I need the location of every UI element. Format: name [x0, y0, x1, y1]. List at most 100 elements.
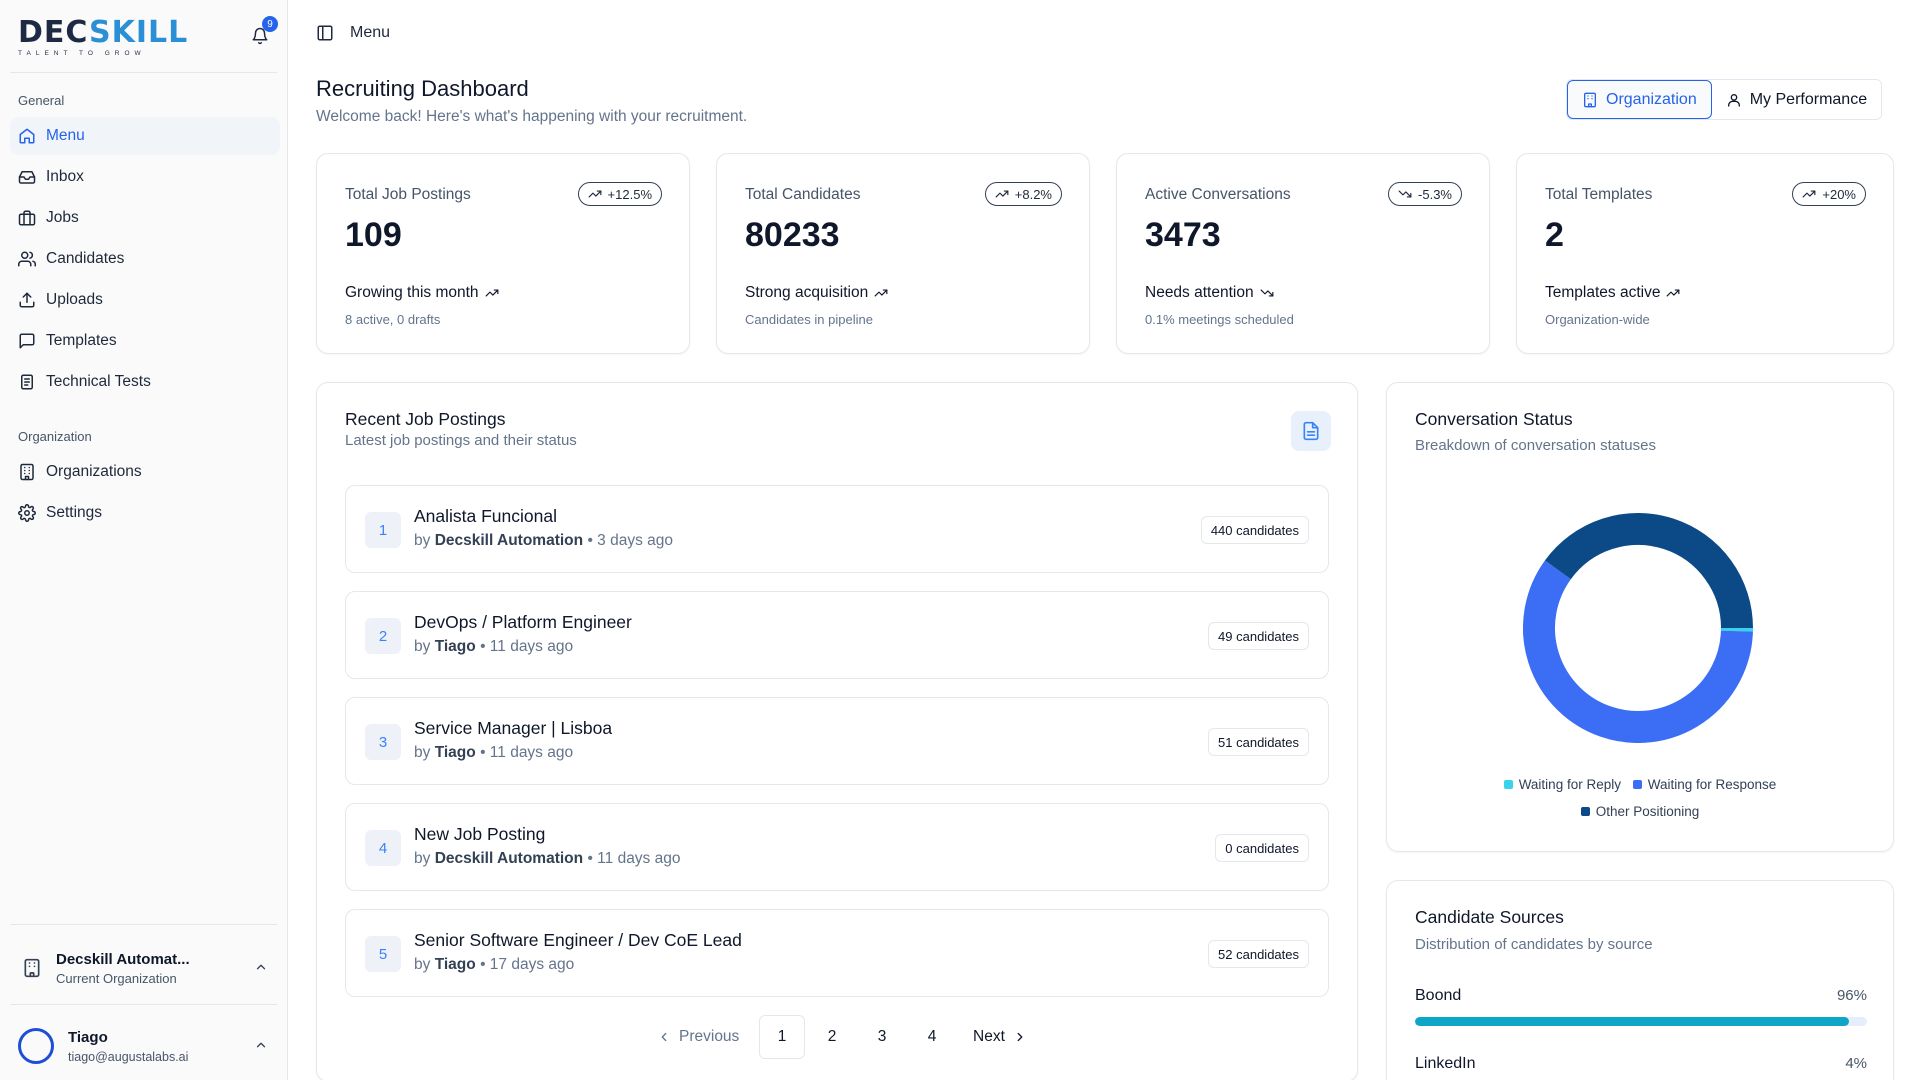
source-progress-fill: [1415, 1017, 1849, 1026]
stat-card-job-postings: Total Job Postings +12.5% 109 Growing th…: [316, 153, 690, 354]
stat-note-text: Needs attention: [1145, 284, 1254, 301]
job-title: Analista Funcional: [414, 506, 557, 526]
sidebar-item-label: Organizations: [46, 463, 142, 480]
job-row[interactable]: 2 DevOps / Platform Engineer by Tiago • …: [345, 591, 1329, 679]
job-author: Decskill Automation: [434, 532, 584, 549]
sidebar-item-settings[interactable]: Settings: [10, 494, 280, 532]
decskill-logo[interactable]: DECSKILL TALENT TO GROW: [18, 18, 187, 58]
notifications-button[interactable]: 9: [246, 16, 278, 50]
trend-badge: +12.5%: [577, 182, 662, 206]
gear-icon: [18, 504, 36, 522]
job-list: 1 Analista Funcional by Decskill Automat…: [345, 485, 1329, 1015]
job-meta: by Tiago • 11 days ago: [414, 638, 573, 656]
organization-view-button[interactable]: Organization: [1567, 80, 1712, 119]
card-subtitle: Breakdown of conversation statuses: [1415, 437, 1656, 454]
previous-page-button[interactable]: Previous: [657, 1028, 753, 1046]
job-meta-prefix: by: [414, 532, 431, 549]
user-name: Tiago: [68, 1028, 108, 1046]
chevron-up-icon: [256, 964, 266, 970]
trending-down-icon: [1398, 190, 1412, 198]
job-meta-prefix: by: [414, 850, 431, 867]
stat-label: Total Candidates: [745, 186, 861, 203]
stat-card-templates: Total Templates +20% 2 Templates active …: [1516, 153, 1894, 354]
message-square-icon: [19, 333, 35, 349]
chevron-up-icon: [256, 1042, 266, 1048]
stat-subtext: 8 active, 0 drafts: [345, 312, 441, 327]
source-percent: 4%: [1845, 1055, 1867, 1072]
trend-value: +8.2%: [1014, 186, 1052, 202]
sidebar-item-candidates[interactable]: Candidates: [10, 240, 280, 278]
job-author: Tiago: [434, 638, 476, 655]
legend-label: Other Positioning: [1595, 804, 1700, 819]
sidebar-item-menu[interactable]: Menu: [10, 117, 280, 155]
source-row: LinkedIn 4%: [1415, 1055, 1867, 1073]
job-age: • 3 days ago: [587, 532, 674, 549]
candidate-count-badge: 0 candidates: [1215, 834, 1309, 862]
sidebar-item-inbox[interactable]: Inbox: [10, 158, 280, 196]
source-percent: 96%: [1836, 987, 1867, 1004]
legend-swatch: [1580, 807, 1590, 816]
trend-value: +12.5%: [607, 186, 652, 202]
page-button-4[interactable]: 4: [909, 1015, 955, 1059]
source-row: Boond 96%: [1415, 987, 1867, 1026]
candidate-count-badge: 440 candidates: [1200, 516, 1309, 544]
topbar: Menu: [316, 24, 390, 42]
page-button-3[interactable]: 3: [859, 1015, 905, 1059]
job-meta: by Decskill Automation • 3 days ago: [414, 532, 673, 550]
breadcrumb: Menu: [350, 24, 391, 41]
stat-label: Total Templates: [1545, 186, 1653, 203]
card-title: Conversation Status: [1415, 409, 1573, 429]
job-row[interactable]: 4 New Job Posting by Decskill Automation…: [345, 803, 1329, 891]
view-all-jobs-button[interactable]: [1291, 411, 1331, 451]
trending-up-icon: [995, 190, 1009, 198]
stat-value: 109: [345, 216, 402, 254]
sidebar-item-label: Candidates: [46, 250, 125, 267]
stat-subtext: Organization-wide: [1545, 312, 1650, 327]
my-performance-button[interactable]: My Performance: [1711, 80, 1882, 119]
job-row[interactable]: 5 Senior Software Engineer / Dev CoE Lea…: [345, 909, 1329, 997]
job-row[interactable]: 3 Service Manager | Lisboa by Tiago • 11…: [345, 697, 1329, 785]
notification-count-badge: 9: [262, 16, 278, 32]
job-title: DevOps / Platform Engineer: [414, 612, 632, 632]
card-title: Recent Job Postings: [345, 409, 506, 429]
next-page-button[interactable]: Next: [973, 1028, 1027, 1046]
sidebar-item-templates[interactable]: Templates: [10, 322, 280, 360]
job-row[interactable]: 1 Analista Funcional by Decskill Automat…: [345, 485, 1329, 573]
organization-view-label: Organization: [1606, 90, 1697, 108]
stat-value: 80233: [745, 216, 840, 254]
legend-swatch: [1632, 780, 1642, 789]
legend-item: Waiting for Reply: [1503, 777, 1621, 792]
sidebar-toggle-icon[interactable]: [316, 24, 334, 42]
page-subtitle: Welcome back! Here's what's happening wi…: [316, 108, 748, 125]
logo-tagline: TALENT TO GROW: [18, 50, 146, 57]
briefcase-icon: [18, 210, 36, 226]
job-meta-prefix: by: [414, 956, 431, 973]
donut-slice-waiting-for-response[interactable]: [1523, 560, 1753, 743]
legend-label: Waiting for Reply: [1518, 777, 1621, 792]
building-icon: [20, 463, 34, 481]
sidebar-item-technical-tests[interactable]: Technical Tests: [10, 363, 280, 401]
donut-slice-other-positioning[interactable]: [1544, 513, 1753, 629]
page-button-2[interactable]: 2: [809, 1015, 855, 1059]
sidebar-item-uploads[interactable]: Uploads: [10, 281, 280, 319]
chevron-left-icon: [661, 1032, 667, 1042]
job-title: New Job Posting: [414, 824, 546, 844]
sidebar-item-jobs[interactable]: Jobs: [10, 199, 280, 237]
organization-switcher[interactable]: Decskill Automat... Current Organization: [10, 936, 280, 1000]
source-name: LinkedIn: [1415, 1055, 1476, 1072]
trend-value: +20%: [1822, 186, 1856, 202]
stat-note: Needs attention: [1145, 284, 1274, 302]
legend-swatch: [1503, 780, 1513, 789]
job-age: • 11 days ago: [480, 744, 574, 761]
user-menu[interactable]: Tiago tiago@augustalabs.ai: [10, 1014, 280, 1078]
job-author: Tiago: [434, 744, 476, 761]
stat-subtext: 0.1% meetings scheduled: [1145, 312, 1294, 327]
user-email: tiago@augustalabs.ai: [68, 1049, 189, 1064]
sidebar-item-organizations[interactable]: Organizations: [10, 453, 280, 491]
sidebar-item-label: Templates: [46, 332, 117, 349]
trending-up-icon: [1802, 190, 1816, 198]
page-button-1[interactable]: 1: [759, 1015, 805, 1059]
upload-icon: [19, 292, 35, 308]
legend-label: Waiting for Response: [1647, 777, 1777, 792]
job-author: Tiago: [434, 956, 476, 973]
